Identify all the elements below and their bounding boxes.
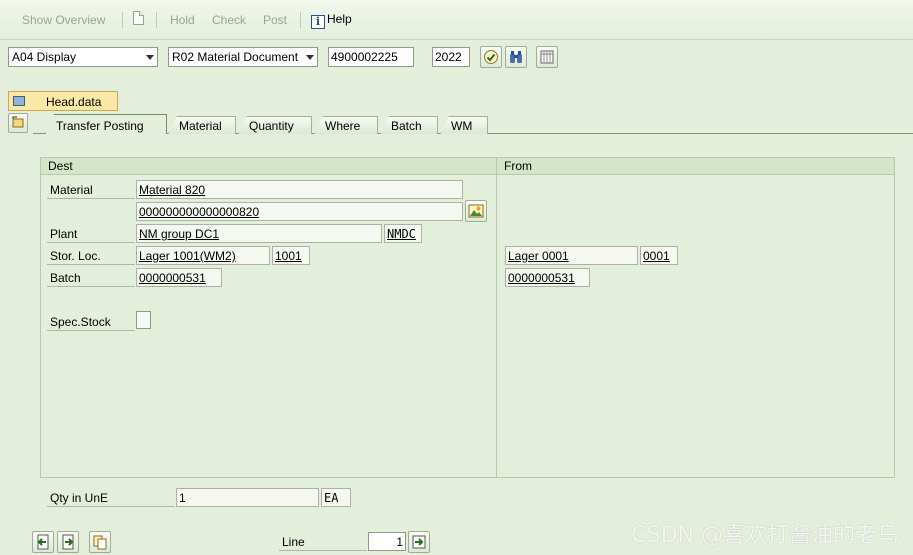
dest-storage-location-code-field[interactable]: 1001 [272, 246, 310, 265]
label-underline [47, 330, 135, 331]
panel-header [41, 158, 894, 175]
quantity-label: Qty in UnE [50, 491, 109, 505]
landscape-picture-icon [468, 204, 484, 218]
help-button[interactable]: i Help [311, 12, 352, 29]
from-storage-location-description-field[interactable]: Lager 0001 [505, 246, 638, 265]
quantity-field[interactable]: 1 [176, 488, 319, 507]
toolbar-separator [300, 12, 301, 28]
header-expand-icon [13, 96, 25, 106]
tab-wm[interactable]: WM [440, 116, 488, 134]
overview-button[interactable] [536, 46, 558, 68]
previous-item-button[interactable] [32, 531, 54, 553]
go-to-icon [412, 535, 426, 549]
material-picture-button[interactable] [465, 200, 487, 222]
from-storage-location-code-field[interactable]: 0001 [640, 246, 678, 265]
material-label: Material [50, 183, 93, 197]
plant-description-field[interactable]: NM group DC1 [136, 224, 382, 243]
toolbar-separator [156, 12, 157, 28]
post-button[interactable]: Post [263, 13, 287, 27]
check-button[interactable]: Check [212, 13, 246, 27]
label-underline [47, 286, 135, 287]
show-overview-button[interactable]: Show Overview [22, 13, 105, 27]
tab-transfer-posting[interactable]: Transfer Posting [45, 114, 167, 134]
label-underline [47, 264, 135, 265]
hold-button[interactable]: Hold [170, 13, 195, 27]
from-section-label: From [504, 159, 532, 173]
special-stock-label: Spec.Stock [50, 315, 111, 329]
label-underline [47, 242, 135, 243]
dest-batch-field[interactable]: 0000000531 [136, 268, 222, 287]
head-data-label: Head.data [46, 95, 102, 109]
material-description-field[interactable]: Material 820 [136, 180, 463, 199]
csdn-watermark: CSDN @喜欢打酱油的老鸟 [631, 523, 899, 548]
page-previous-icon [37, 534, 49, 550]
from-batch-field[interactable]: 0000000531 [505, 268, 590, 287]
reference-value: R02 Material Document [172, 50, 299, 64]
material-number-field[interactable]: 000000000000000820 [136, 202, 463, 221]
copy-item-button[interactable] [89, 531, 111, 553]
tab-batch[interactable]: Batch [380, 116, 438, 134]
line-label: Line [282, 535, 305, 549]
head-data-toggle[interactable]: Head.data [8, 91, 118, 111]
clock-check-icon [484, 50, 498, 64]
toolbar-separator [122, 12, 123, 28]
batch-label: Batch [50, 271, 81, 285]
unit-field[interactable]: EA [321, 488, 351, 507]
go-to-line-button[interactable] [408, 531, 430, 553]
dest-section-label: Dest [48, 159, 73, 173]
plant-label: Plant [50, 227, 78, 241]
document-number-field[interactable]: 4900002225 [328, 47, 414, 67]
line-number-field[interactable]: 1 [368, 532, 406, 551]
new-document-icon[interactable] [133, 11, 144, 25]
reference-dropdown[interactable]: R02 Material Document [168, 47, 318, 67]
dest-storage-location-description-field[interactable]: Lager 1001(WM2) [136, 246, 270, 265]
year-field[interactable]: 2022 [432, 47, 470, 67]
info-icon: i [311, 15, 325, 29]
action-dropdown[interactable]: A04 Display [8, 47, 158, 67]
tab-material[interactable]: Material [168, 116, 236, 134]
label-underline [279, 550, 367, 551]
action-value: A04 Display [12, 50, 77, 64]
tab-quantity[interactable]: Quantity [238, 116, 312, 134]
copy-icon [93, 535, 107, 550]
next-item-button[interactable] [57, 531, 79, 553]
chevron-down-icon [146, 55, 154, 60]
tab-where[interactable]: Where [314, 116, 378, 134]
label-underline [47, 198, 135, 199]
binoculars-icon [510, 51, 522, 63]
table-grid-icon [540, 50, 554, 64]
plant-code-field[interactable]: NMDC [384, 224, 422, 243]
find-button[interactable] [505, 46, 527, 68]
chevron-down-icon [306, 55, 314, 60]
label-underline [47, 506, 175, 507]
item-toggle-button[interactable] [8, 113, 28, 133]
help-label: Help [327, 12, 352, 26]
special-stock-field[interactable] [136, 311, 151, 329]
page-next-icon [62, 534, 74, 550]
folder-tree-icon [12, 116, 24, 128]
storage-location-label: Stor. Loc. [50, 249, 101, 263]
panel-divider [496, 158, 497, 477]
execute-button[interactable] [480, 46, 502, 68]
